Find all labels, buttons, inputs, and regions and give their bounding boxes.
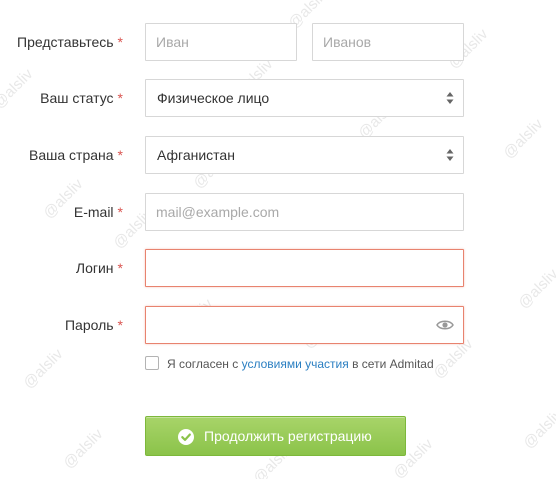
name-row: Представьтесь * xyxy=(0,23,556,61)
up-down-arrows-icon xyxy=(446,92,454,104)
email-row: E-mail * xyxy=(0,193,556,231)
eye-icon[interactable] xyxy=(436,318,454,332)
password-row: Пароль * xyxy=(0,306,556,344)
country-row: Ваша страна * Афганистан xyxy=(0,136,556,174)
login-label: Логин * xyxy=(75,260,123,276)
agreement-text: Я согласен с условиями участия в сети Ad… xyxy=(167,357,434,371)
password-field xyxy=(145,306,464,344)
status-select[interactable]: Физическое лицо xyxy=(145,79,464,117)
status-row: Ваш статус * Физическое лицо xyxy=(0,79,556,117)
country-label: Ваша страна * xyxy=(29,147,123,163)
email-label: E-mail * xyxy=(73,204,123,220)
country-select[interactable]: Афганистан xyxy=(145,136,464,174)
agreement-checkbox[interactable] xyxy=(145,356,159,370)
first-name-field xyxy=(145,23,297,61)
last-name-field xyxy=(312,23,464,61)
registration-form: Представьтесь* Ваш статус* Физическое ли… xyxy=(0,0,556,479)
password-input[interactable] xyxy=(146,307,463,343)
status-value: Физическое лицо xyxy=(157,90,270,106)
login-field xyxy=(145,249,464,287)
email-field xyxy=(145,193,464,231)
status-label: Ваш статус * xyxy=(40,90,123,106)
password-label: Пароль * xyxy=(64,317,123,333)
continue-button-label: Продолжить регистрацию xyxy=(204,428,372,444)
check-circle-icon xyxy=(178,429,194,445)
continue-registration-button[interactable]: Продолжить регистрацию xyxy=(145,416,406,456)
login-input[interactable] xyxy=(146,250,463,286)
up-down-arrows-icon xyxy=(446,149,454,161)
first-name-input[interactable] xyxy=(146,24,296,60)
country-value: Афганистан xyxy=(157,147,235,163)
login-row: Логин * xyxy=(0,249,556,287)
email-input[interactable] xyxy=(146,194,463,230)
name-label: Представьтесь * xyxy=(17,34,123,50)
last-name-input[interactable] xyxy=(313,24,463,60)
terms-link[interactable]: условиями участия xyxy=(242,357,349,371)
